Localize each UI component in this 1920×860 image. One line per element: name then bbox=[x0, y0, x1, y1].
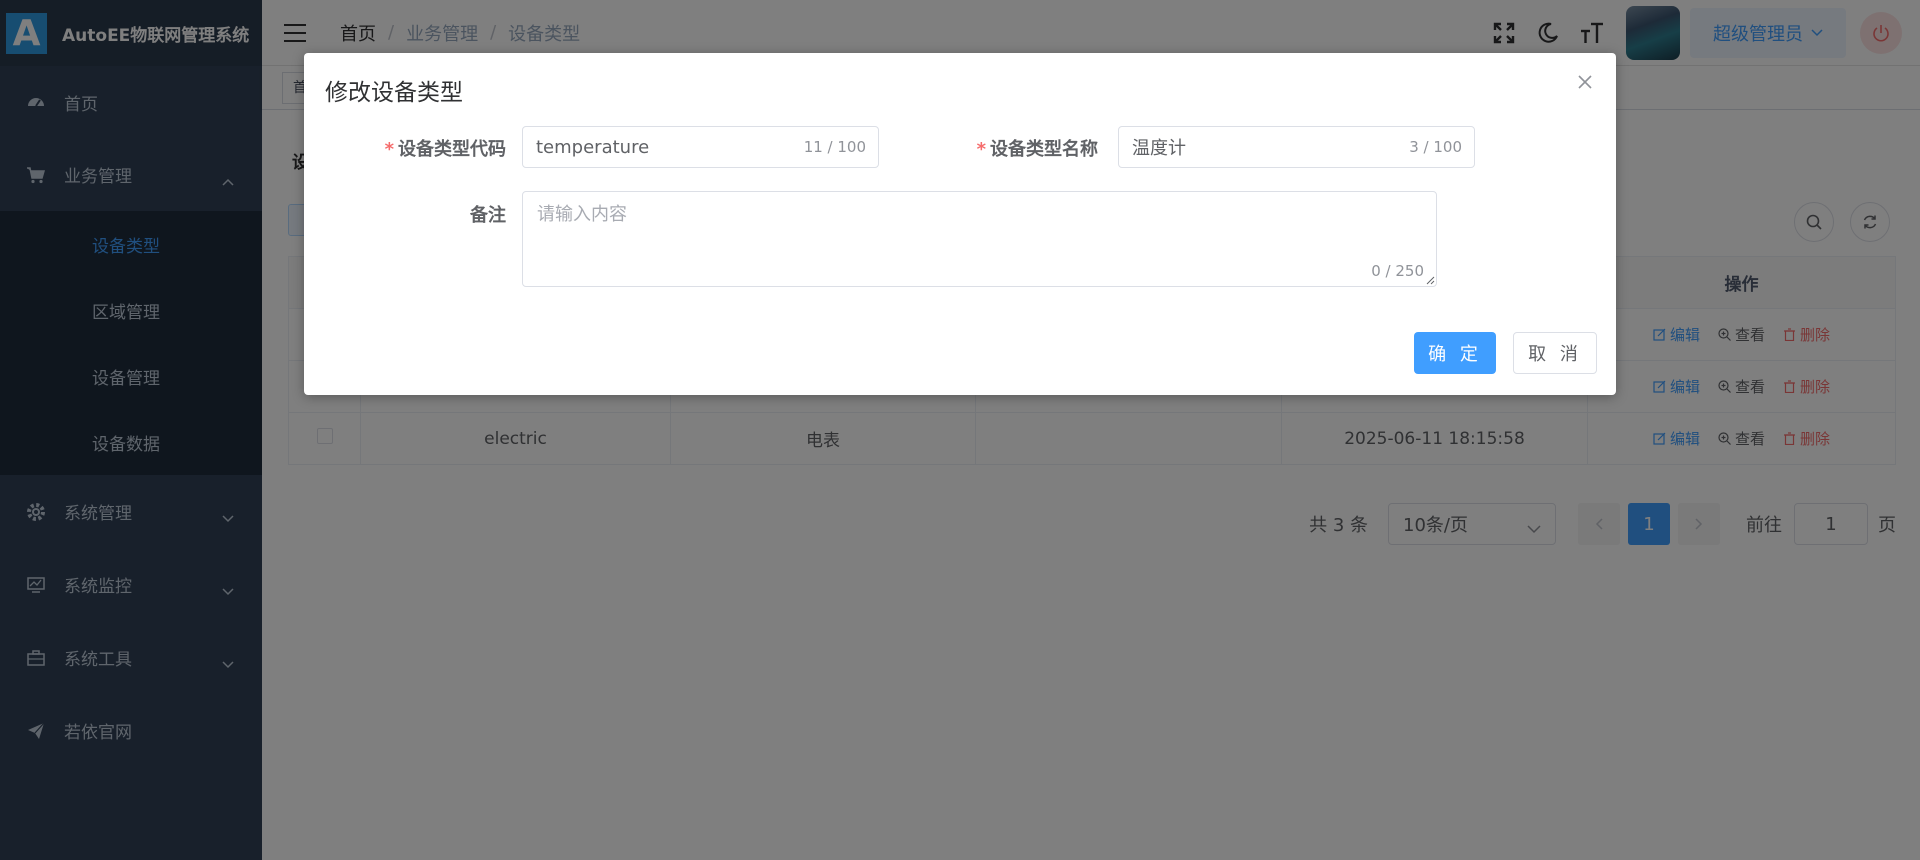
resize-grip-icon[interactable] bbox=[1426, 276, 1435, 285]
remark-counter: 0 / 250 bbox=[1371, 262, 1424, 280]
name-field-counter: 3 / 100 bbox=[1409, 138, 1462, 156]
remark-placeholder: 请输入内容 bbox=[537, 204, 627, 225]
code-field-label: * 设备类型代码 bbox=[384, 139, 506, 160]
name-field-label: * 设备类型名称 bbox=[976, 139, 1098, 160]
confirm-button[interactable]: 确 定 bbox=[1414, 332, 1496, 374]
code-field[interactable]: temperature 11 / 100 bbox=[522, 126, 879, 168]
close-icon bbox=[1578, 75, 1592, 89]
cancel-button[interactable]: 取 消 bbox=[1513, 332, 1597, 374]
close-button[interactable] bbox=[1574, 71, 1596, 93]
remark-field-label: 备注 bbox=[470, 205, 506, 226]
dialog-title: 修改设备类型 bbox=[325, 80, 463, 106]
edit-device-type-dialog: 修改设备类型 * 设备类型代码 temperature 11 / 100 * 设备类… bbox=[304, 53, 1616, 395]
remark-textarea[interactable]: 请输入内容 0 / 250 bbox=[522, 191, 1437, 287]
name-field-value: 温度计 bbox=[1132, 138, 1186, 159]
code-field-value: temperature bbox=[536, 136, 650, 158]
name-field[interactable]: 温度计 3 / 100 bbox=[1118, 126, 1475, 168]
code-field-counter: 11 / 100 bbox=[803, 138, 866, 156]
